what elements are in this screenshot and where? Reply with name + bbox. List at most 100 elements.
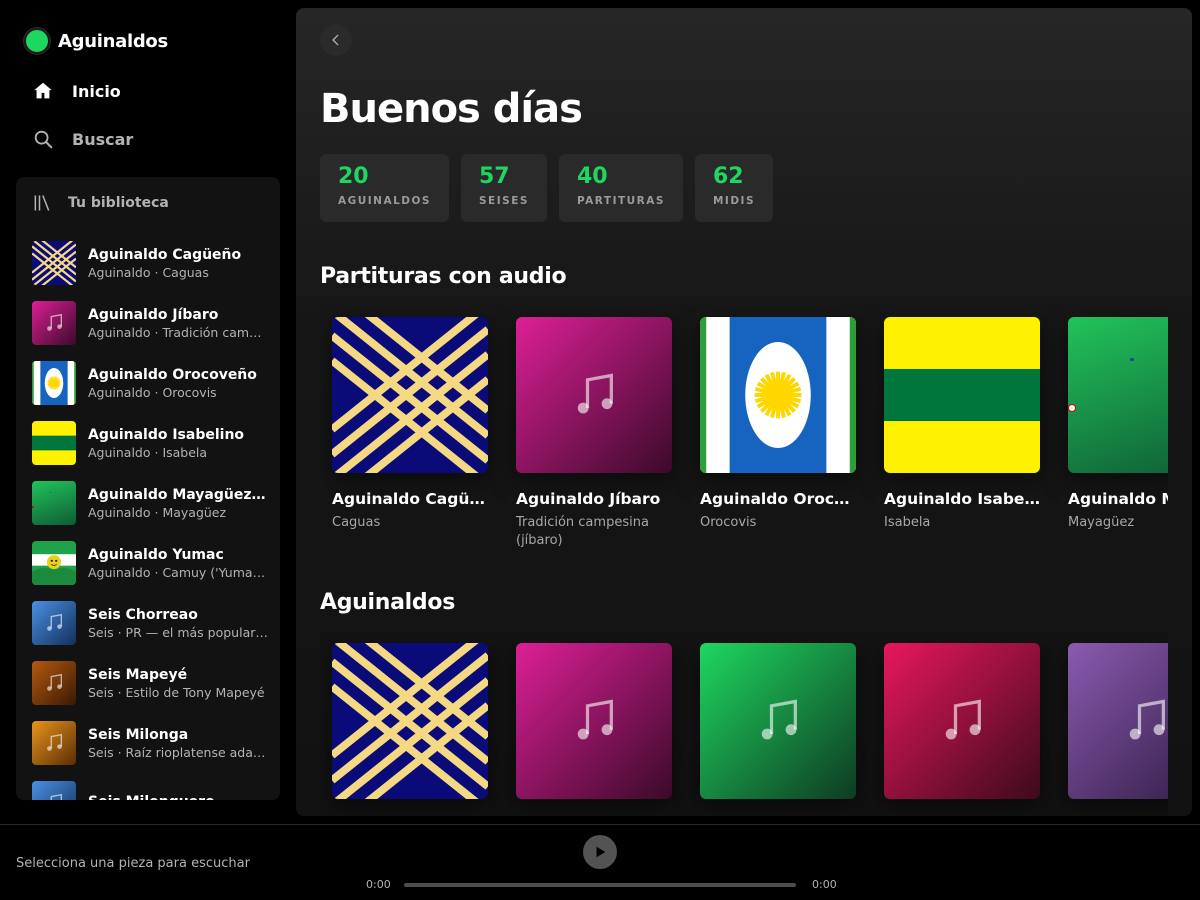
mayaguez-flag-icon	[1068, 317, 1168, 473]
duration-time: 0:00	[812, 878, 837, 891]
orocovis-flag-icon	[32, 361, 76, 405]
search-icon	[34, 130, 53, 149]
library-item-title: Aguinaldo Yumac	[88, 546, 224, 563]
library-item-title: Seis Chorreao	[88, 606, 198, 623]
album-cover	[700, 317, 856, 473]
stat-label: AGUINALDOS	[338, 195, 431, 207]
home-icon	[34, 82, 52, 99]
music-note-blue-art	[32, 781, 76, 800]
music-note-icon	[50, 793, 63, 800]
library-item[interactable]: Aguinaldo Cagüeño Aguinaldo · Caguas	[32, 233, 272, 293]
library-title: Tu biblioteca	[68, 195, 169, 211]
album-title: Aguinaldo Jíbaro	[516, 490, 661, 508]
library-item[interactable]: Seis Milonguero	[32, 773, 272, 800]
music-note-orange-art	[32, 721, 76, 765]
music-note-brown-art	[32, 661, 76, 705]
library-item[interactable]: Seis Mapeyé Seis · Estilo de Tony Mapeyé	[32, 653, 272, 713]
library-item-text: Seis Milonguero	[88, 794, 268, 800]
caguas-flag-icon	[332, 643, 488, 799]
music-note-blue-art	[32, 601, 76, 645]
music-note-pink-art	[516, 643, 672, 799]
library-item-title: Aguinaldo Jíbaro	[88, 306, 219, 323]
album-cover	[516, 643, 672, 799]
library-item[interactable]: Seis Chorreao Seis · PR — el más popular …	[32, 593, 272, 653]
library-item-subtitle: Aguinaldo · Camuy ('Yumac' es Camuy al r…	[88, 564, 268, 580]
album-title: Aguinaldo Isabelino	[884, 490, 1044, 508]
back-button[interactable]	[320, 24, 352, 56]
partituras-row: Aguinaldo Cagüeño Caguas Aguinaldo Jíbaro T…	[320, 305, 1168, 605]
main-content: Buenos días 20 AGUINALDOS 57 SEISES 40 PART…	[296, 8, 1192, 816]
camuy-flag-icon	[32, 541, 76, 585]
album-cover	[1068, 643, 1168, 799]
caguas-flag-icon	[32, 241, 76, 285]
music-note-icon	[761, 699, 797, 740]
music-note-icon	[47, 673, 63, 691]
now-playing-text: Selecciona una pieza para escuchar	[16, 856, 250, 871]
play-button[interactable]	[583, 835, 617, 869]
stat-value: 57	[479, 164, 510, 189]
music-note-crimson-art	[884, 643, 1040, 799]
library-item-text: Seis Milonga Seis · Raíz rioplatense adap…	[88, 727, 268, 760]
music-note-icon	[577, 699, 613, 740]
library-item-thumb	[32, 721, 76, 765]
library-item-subtitle: Aguinaldo · Tradición campesina (jíbaro)	[88, 324, 268, 340]
nav-home[interactable]: Inicio	[32, 80, 121, 102]
nav-search[interactable]: Buscar	[32, 128, 133, 150]
library-item[interactable]: Seis Milonga Seis · Raíz rioplatense adap…	[32, 713, 272, 773]
music-note-icon	[47, 313, 63, 331]
library-item-thumb	[32, 481, 76, 525]
stat-aguinaldos: 20 AGUINALDOS	[320, 154, 449, 222]
library-item-text: Aguinaldo Cagüeño Aguinaldo · Caguas	[88, 247, 268, 280]
library-item-title: Aguinaldo Mayagüezano	[88, 486, 268, 503]
library-item-subtitle: Seis · Estilo de Tony Mapeyé	[88, 684, 265, 700]
elapsed-time: 0:00	[366, 878, 391, 891]
library-item-subtitle: Seis · PR — el más popular y rápido	[88, 624, 268, 640]
nav-search-label: Buscar	[72, 129, 134, 149]
library-item-subtitle: Aguinaldo · Caguas	[88, 264, 209, 280]
music-note-icon	[945, 699, 981, 740]
app-logo[interactable]: Aguinaldos	[24, 28, 168, 54]
library-item-title: Aguinaldo Orocoveño	[88, 366, 257, 383]
section-title-aguinaldos: Aguinaldos	[320, 590, 455, 615]
library-item[interactable]: Aguinaldo Jíbaro Aguinaldo · Tradición ca…	[32, 293, 272, 353]
library-item-thumb	[32, 241, 76, 285]
caguas-flag-icon	[332, 317, 488, 473]
library-item-text: Seis Chorreao Seis · PR — el más popular …	[88, 607, 268, 640]
album-subtitle: Mayagüez	[1068, 515, 1135, 530]
app-window: Aguinaldos Inicio Buscar Tu biblioteca A…	[0, 0, 1200, 900]
library-item-text: Aguinaldo Mayagüezano Aguinaldo · Mayagüe…	[88, 487, 268, 520]
mayaguez-flag-icon	[32, 481, 76, 525]
top-nav: Aguinaldos Inicio Buscar	[8, 8, 280, 168]
player-bar: Selecciona una pieza para escuchar 0:00 …	[0, 824, 1200, 900]
library-item-text: Aguinaldo Orocoveño Aguinaldo · Orocovis	[88, 367, 268, 400]
isabela-flag-icon	[32, 421, 76, 465]
nav-home-label: Inicio	[72, 81, 121, 101]
library-header[interactable]: Tu biblioteca	[32, 193, 169, 213]
album-cover	[884, 643, 1040, 799]
stat-label: SEISES	[479, 195, 529, 207]
music-note-purple-art	[1068, 643, 1168, 799]
library-item[interactable]: Aguinaldo Mayagüezano Aguinaldo · Mayagüe…	[32, 473, 272, 533]
album-title: Aguinaldo Orocov...	[700, 490, 860, 508]
library-item[interactable]: Aguinaldo Yumac Aguinaldo · Camuy ('Yumac…	[32, 533, 272, 593]
library-item-thumb	[32, 361, 76, 405]
library-item-title: Seis Mapeyé	[88, 666, 188, 683]
stat-partituras: 40 PARTITURAS	[558, 154, 683, 222]
stat-value: 20	[338, 164, 369, 189]
music-note-pink-art	[32, 301, 76, 345]
library-item-text: Seis Mapeyé Seis · Estilo de Tony Mapeyé	[88, 667, 268, 700]
stats-row: 20 AGUINALDOS 57 SEISES 40 PARTITURAS 62 MID…	[320, 154, 785, 222]
library-item[interactable]: Aguinaldo Orocoveño Aguinaldo · Orocovis	[32, 353, 272, 413]
library-item-text: Aguinaldo Isabelino Aguinaldo · Isabela	[88, 427, 268, 460]
library-icon	[34, 195, 50, 211]
library-item-text: Aguinaldo Yumac Aguinaldo · Camuy ('Yumac…	[88, 547, 268, 580]
library-item[interactable]: Aguinaldo Isabelino Aguinaldo · Isabela	[32, 413, 272, 473]
stat-value: 62	[712, 164, 744, 189]
album-cover	[1068, 317, 1168, 473]
music-note-icon	[47, 613, 63, 631]
library-item-subtitle: Aguinaldo · Mayagüez	[88, 504, 227, 520]
progress-bar[interactable]	[404, 883, 796, 887]
album-subtitle: Tradición campesina (jíbaro)	[516, 515, 649, 548]
library-item-title: Aguinaldo Isabelino	[88, 426, 245, 443]
logo-icon	[24, 28, 50, 54]
